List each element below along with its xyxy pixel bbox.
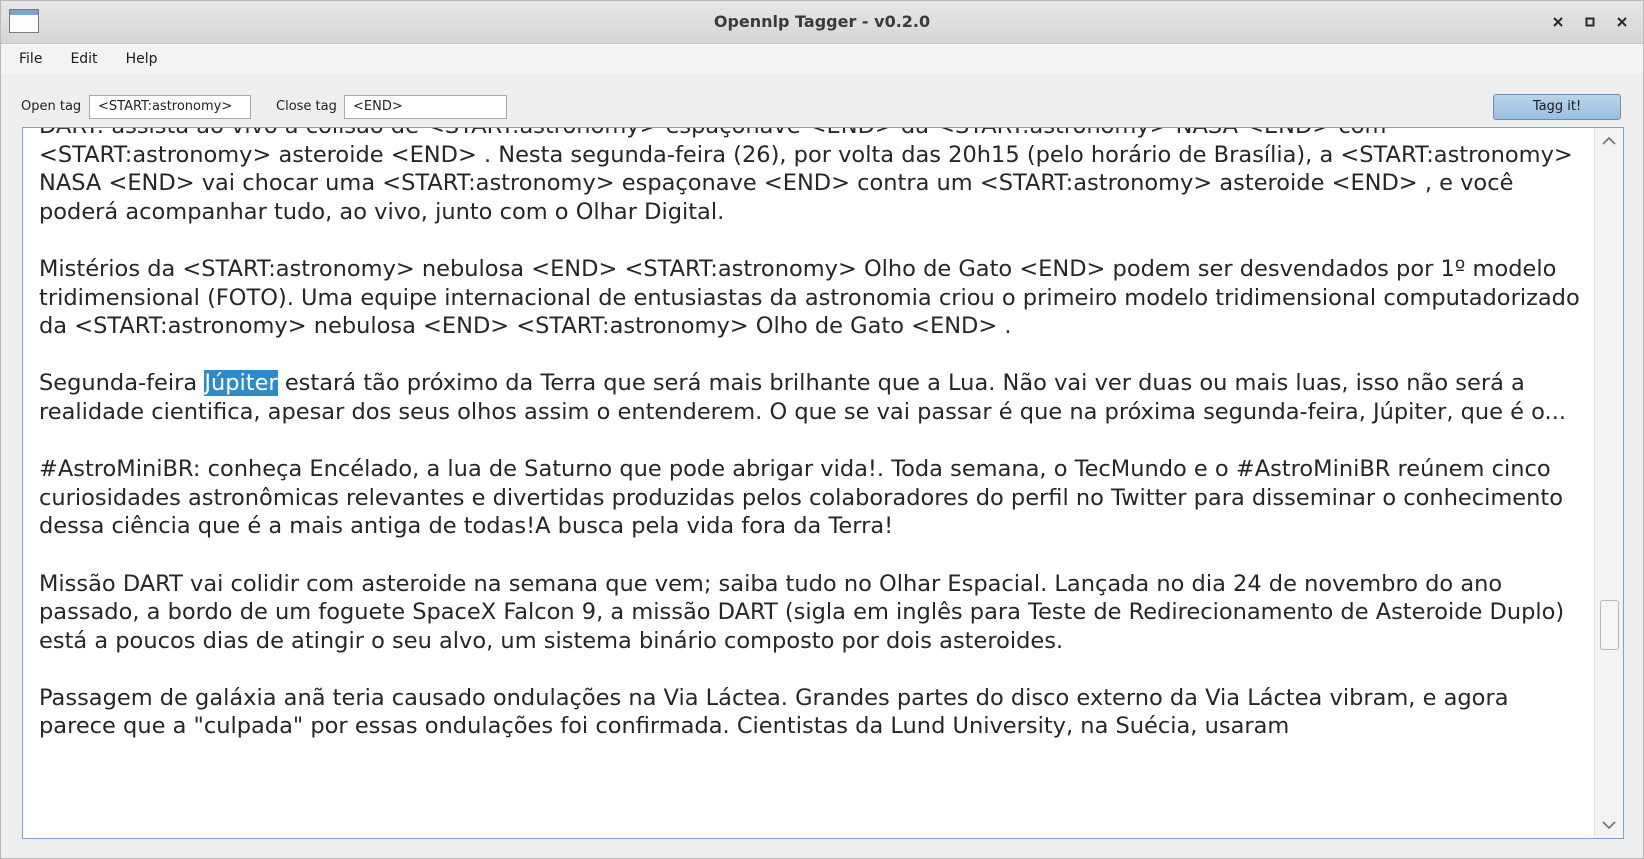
text-paragraph[interactable]: Mistérios da <START:astronomy> nebulosa … — [39, 255, 1589, 341]
maximize-icon[interactable] — [1579, 11, 1601, 33]
close-tag-field[interactable]: <END> — [344, 95, 507, 119]
text-paragraph[interactable]: Passagem de galáxia anã teria causado on… — [39, 684, 1589, 741]
text-paragraph[interactable]: #AstroMiniBR: conheça Encélado, a lua de… — [39, 455, 1589, 541]
close-tag-label: Close tag — [276, 99, 337, 114]
blank-line[interactable] — [39, 226, 1589, 255]
editor-content[interactable]: DART: assista ao vivo à colisão de <STAR… — [39, 128, 1589, 741]
window-controls — [1547, 1, 1633, 43]
blank-line[interactable] — [39, 541, 1589, 570]
blank-line[interactable] — [39, 427, 1589, 456]
scroll-down-icon[interactable] — [1595, 812, 1623, 838]
minimize-icon[interactable] — [1547, 11, 1569, 33]
blank-line[interactable] — [39, 655, 1589, 684]
menu-help[interactable]: Help — [122, 49, 162, 69]
window-title: Opennlp Tagger - v0.2.0 — [713, 12, 931, 31]
vertical-scrollbar[interactable] — [1594, 128, 1623, 838]
app-window: Opennlp Tagger - v0.2.0 File Edit Help O… — [0, 0, 1644, 859]
text-paragraph[interactable]: Segunda-feira Júpiter estará tão próximo… — [39, 369, 1589, 426]
menu-edit[interactable]: Edit — [66, 49, 101, 69]
open-tag-label: Open tag — [21, 99, 82, 114]
text-paragraph[interactable]: DART: assista ao vivo à colisão de <STAR… — [39, 128, 1589, 226]
scroll-thumb[interactable] — [1600, 600, 1619, 650]
scroll-up-icon[interactable] — [1595, 128, 1623, 154]
menu-file[interactable]: File — [15, 49, 46, 69]
blank-line[interactable] — [39, 341, 1589, 370]
title-bar[interactable]: Opennlp Tagger - v0.2.0 — [1, 1, 1643, 44]
open-tag-field[interactable]: <START:astronomy> — [89, 95, 251, 119]
text-editor[interactable]: DART: assista ao vivo à colisão de <STAR… — [22, 127, 1624, 839]
tag-it-button[interactable]: Tagg it! — [1493, 94, 1621, 120]
text-paragraph[interactable]: Missão DART vai colidir com asteroide na… — [39, 570, 1589, 656]
menu-bar: File Edit Help — [1, 44, 1643, 74]
selected-text[interactable]: Júpiter — [204, 370, 278, 397]
close-icon[interactable] — [1611, 11, 1633, 33]
tag-toolbar: Open tag <START:astronomy> Close tag <EN… — [1, 75, 1643, 125]
